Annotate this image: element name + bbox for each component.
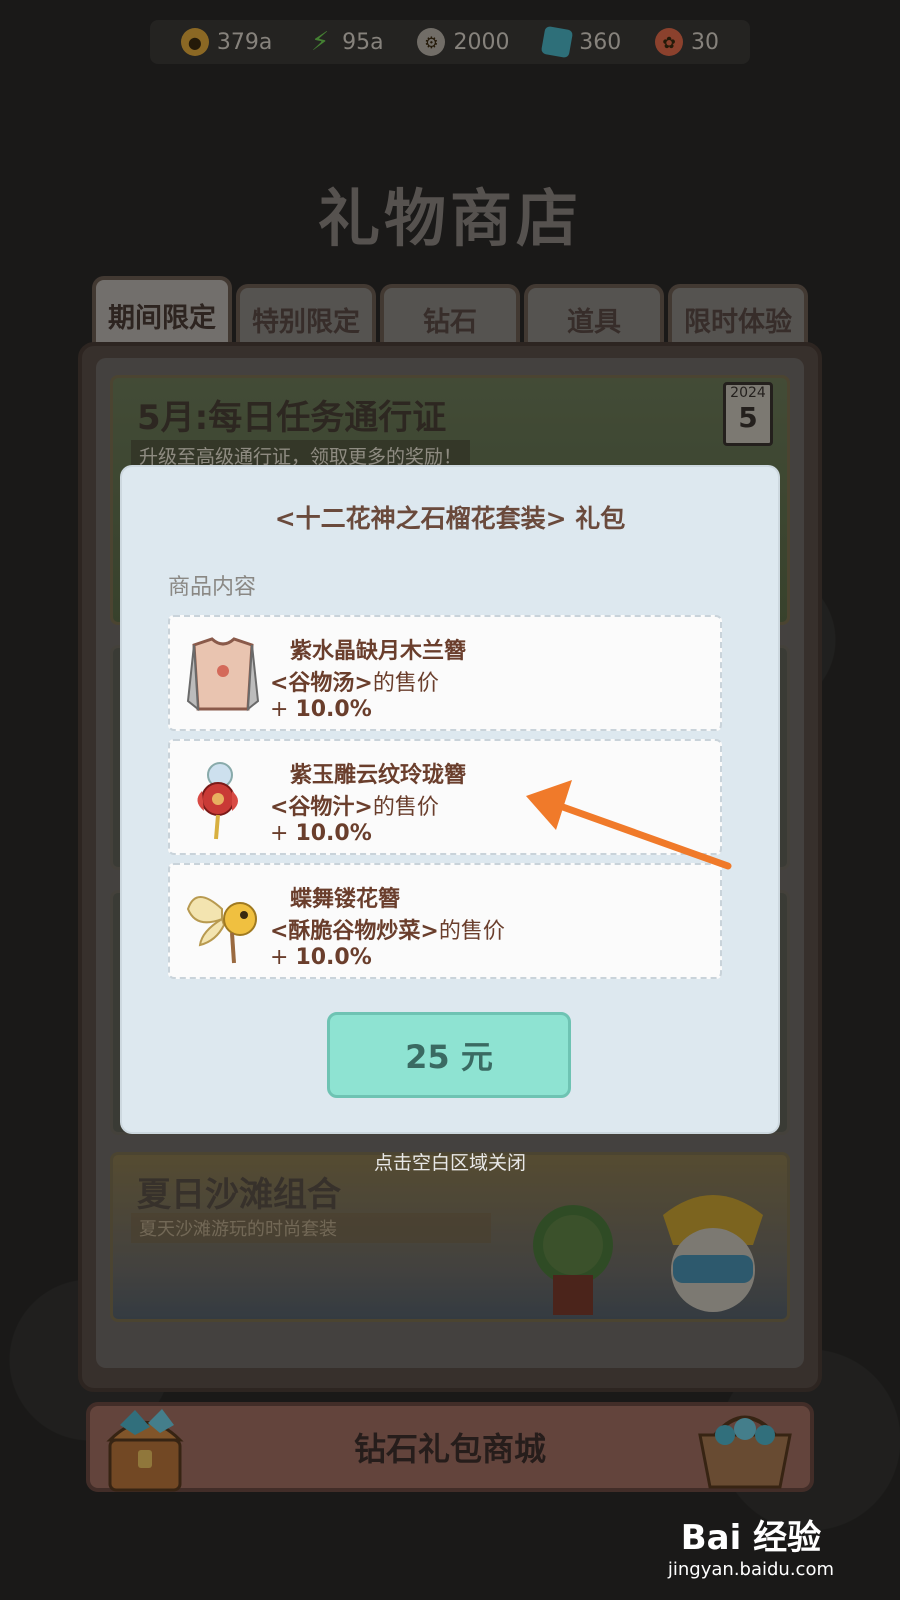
contents-label: 商品内容 <box>168 575 257 600</box>
pack-item-effect: <酥脆谷物炒菜>的售价 <box>270 913 505 945</box>
flower-hairpin-icon <box>197 762 238 840</box>
vest-costume-icon <box>186 637 260 712</box>
pack-item-name: 蝶舞镂花簪 <box>290 887 401 912</box>
pack-item-card: 蝶舞镂花簪 <酥脆谷物炒菜>的售价 + 10.0% <box>168 863 722 979</box>
pack-item-bonus: + 10.0% <box>270 821 372 846</box>
baidu-watermark: Bai 经验 jingyan.baidu.com <box>668 1510 834 1580</box>
close-hint: 点击空白区域关闭 <box>373 1152 526 1174</box>
pack-item-bonus: + 10.0% <box>270 945 372 970</box>
bonus-sign: + <box>270 821 289 846</box>
pack-item-suffix: 的售价 <box>372 671 439 696</box>
pack-item-suffix: 的售价 <box>372 795 439 820</box>
pack-item-bonus: + 10.0% <box>270 697 372 722</box>
pack-item-card: 紫玉雕云纹玲珑簪 <谷物汁>的售价 + 10.0% <box>168 739 722 855</box>
bonus-sign: + <box>270 697 289 722</box>
dialog-title: <十二花神之石榴花套装> 礼包 <box>274 504 626 533</box>
bonus-value: 10.0% <box>295 821 372 846</box>
pack-item-target: <谷物汁> <box>270 795 373 820</box>
pack-item-name: 紫水晶缺月木兰簪 <box>290 639 467 664</box>
pack-item-card: 紫水晶缺月木兰簪 <谷物汤>的售价 + 10.0% <box>168 615 722 731</box>
pack-item-suffix: 的售价 <box>438 919 505 944</box>
pack-item-effect: <谷物汤>的售价 <box>270 665 439 697</box>
buy-price-button[interactable]: 25 元 <box>327 1012 571 1098</box>
bonus-value: 10.0% <box>295 945 372 970</box>
bonus-value: 10.0% <box>295 697 372 722</box>
pack-item-effect: <谷物汁>的售价 <box>270 789 439 821</box>
pack-item-target: <谷物汤> <box>270 671 373 696</box>
pack-item-name: 紫玉雕云纹玲珑簪 <box>290 763 467 788</box>
watermark-logo-text: Bai 经验 <box>680 1518 822 1558</box>
watermark-url: jingyan.baidu.com <box>667 1559 834 1580</box>
bonus-sign: + <box>270 945 289 970</box>
butterfly-hairpin-icon <box>186 896 257 964</box>
gift-pack-dialog: <十二花神之石榴花套装> 礼包 商品内容 紫水晶缺月木兰簪 <谷物汤>的售价 +… <box>122 467 778 1132</box>
pack-item-target: <酥脆谷物炒菜> <box>270 919 439 944</box>
